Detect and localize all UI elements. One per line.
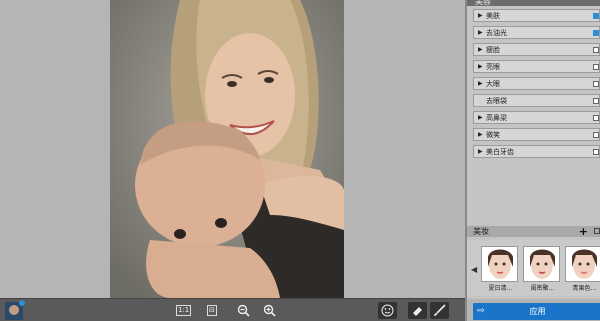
checkbox[interactable] xyxy=(593,149,599,155)
item-teeth-whiten[interactable]: ▶ 美白牙齿 xyxy=(473,145,600,158)
expand-arrow-icon[interactable]: ▶ xyxy=(478,46,486,53)
expand-arrow-icon[interactable]: ▶ xyxy=(478,131,486,138)
brush-icon[interactable] xyxy=(430,302,449,319)
item-deshine[interactable]: ▶ 去油光 xyxy=(473,26,600,39)
makeup-thumb[interactable]: 夏日清… xyxy=(481,246,520,292)
fit-screen-button[interactable]: ⊟ xyxy=(207,303,217,318)
checkbox[interactable] xyxy=(593,47,599,53)
item-smile[interactable]: ▶ 微笑 xyxy=(473,128,600,141)
scroll-left-icon[interactable]: ◀ xyxy=(471,265,477,274)
makeup-preview-image xyxy=(565,246,600,282)
makeup-thumbnails: ◀ 夏日清… 闺密聚… 青果色… xyxy=(467,240,600,296)
apply-button[interactable]: ⇨ 应用 xyxy=(473,303,600,320)
makeup-preview-image xyxy=(481,246,518,282)
beauty-panel: 美容 ▶ 美肤 ▶ 去油光 ▶ 瘦脸 ▶ 亮眼 ▶ 大眼 去眼袋 ▶ 高鼻梁 ▶… xyxy=(465,0,600,321)
checkbox[interactable] xyxy=(593,30,599,36)
zoom-out-icon[interactable] xyxy=(236,303,250,318)
item-slim-face[interactable]: ▶ 瘦脸 xyxy=(473,43,600,56)
checkbox[interactable] xyxy=(593,115,599,121)
apply-icon: ⇨ xyxy=(477,306,485,316)
checkbox[interactable] xyxy=(593,64,599,70)
makeup-thumb[interactable]: 闺密聚… xyxy=(523,246,562,292)
expand-arrow-icon[interactable]: ▶ xyxy=(478,29,486,36)
zoom-in-icon[interactable] xyxy=(262,303,276,318)
makeup-header: 美妆 + xyxy=(467,225,600,238)
item-bright-eyes[interactable]: ▶ 亮眼 xyxy=(473,60,600,73)
checkbox[interactable] xyxy=(593,98,599,104)
photo-preview[interactable] xyxy=(110,0,344,298)
checkbox[interactable] xyxy=(593,81,599,87)
add-makeup-button[interactable]: + xyxy=(579,225,588,238)
apply-bar: ⇨ 应用 xyxy=(467,299,600,321)
canvas-area xyxy=(0,0,465,298)
expand-arrow-icon[interactable]: ▶ xyxy=(478,12,486,19)
eraser-icon[interactable] xyxy=(408,302,427,319)
makeup-thumb[interactable]: 青果色… xyxy=(565,246,600,292)
thumbnail-avatar[interactable] xyxy=(5,300,25,320)
checkbox[interactable] xyxy=(593,13,599,19)
bottom-toolbar: 1:1 ⊟ xyxy=(0,298,465,321)
expand-arrow-icon[interactable]: ▶ xyxy=(478,114,486,121)
panel-toggle-icon[interactable] xyxy=(594,228,600,234)
checkbox[interactable] xyxy=(593,132,599,138)
face-detect-icon[interactable] xyxy=(378,302,397,319)
actual-size-button[interactable]: 1:1 xyxy=(176,303,192,318)
item-skin[interactable]: ▶ 美肤 xyxy=(473,9,600,22)
expand-arrow-icon[interactable]: ▶ xyxy=(478,63,486,70)
expand-arrow-icon[interactable]: ▶ xyxy=(478,80,486,87)
item-eye-bags[interactable]: 去眼袋 xyxy=(473,94,600,107)
item-nose-bridge[interactable]: ▶ 高鼻梁 xyxy=(473,111,600,124)
expand-arrow-icon[interactable]: ▶ xyxy=(478,148,486,155)
item-big-eyes[interactable]: ▶ 大眼 xyxy=(473,77,600,90)
panel-header: 美容 xyxy=(467,0,600,6)
makeup-preview-image xyxy=(523,246,560,282)
